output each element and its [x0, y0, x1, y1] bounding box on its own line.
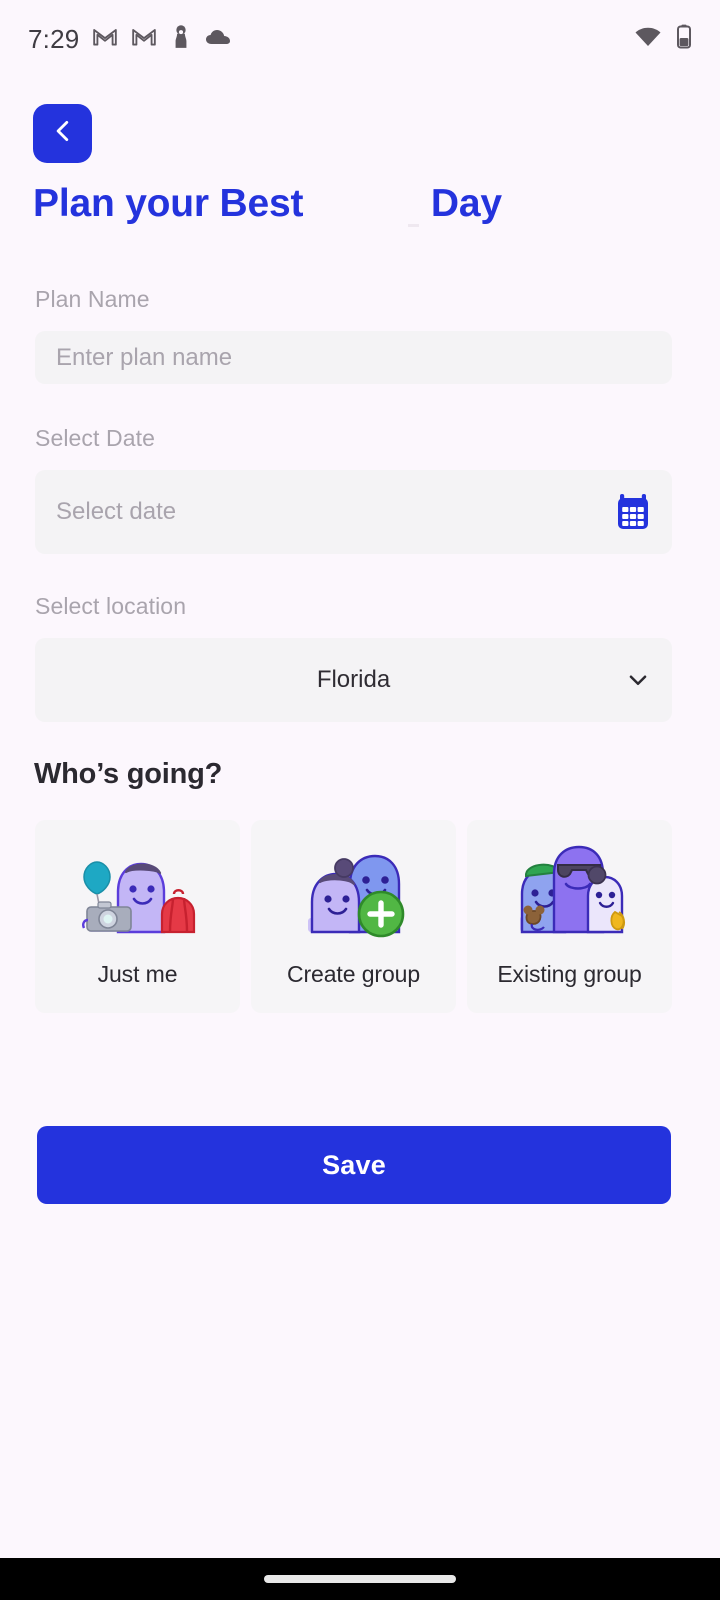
- select-date-placeholder: Select date: [56, 498, 177, 525]
- status-time: 7:29: [28, 23, 80, 54]
- plan-name-placeholder: Enter plan name: [56, 343, 233, 371]
- save-button-label: Save: [322, 1149, 386, 1180]
- chess-pawn-icon: [170, 24, 192, 55]
- page-title: Plan your Best Day: [33, 182, 502, 225]
- status-bar: 7:29: [0, 0, 720, 78]
- chevron-left-icon: [50, 118, 76, 149]
- select-location-label: Select location: [35, 593, 187, 619]
- option-create-group[interactable]: Create group: [251, 820, 456, 1013]
- home-gesture-pill[interactable]: [264, 1575, 456, 1583]
- gmail-icon: [131, 24, 157, 55]
- calendar-icon[interactable]: [615, 493, 651, 531]
- select-location-value: Florida: [316, 666, 391, 693]
- back-button[interactable]: [33, 104, 92, 163]
- status-bar-left: 7:29: [28, 24, 233, 55]
- wifi-icon: [634, 26, 662, 53]
- gmail-icon: [92, 24, 118, 55]
- two-people-with-plus-badge-icon: [286, 832, 421, 950]
- title-artifact-mark: [408, 224, 419, 227]
- select-location-dropdown[interactable]: Florida: [35, 638, 672, 722]
- option-just-me[interactable]: Just me: [35, 820, 240, 1013]
- status-bar-right: [634, 24, 692, 55]
- option-existing-group[interactable]: Existing group: [467, 820, 672, 1013]
- select-date-label: Select Date: [35, 425, 155, 451]
- three-people-group-icon: [502, 832, 637, 950]
- plan-name-label: Plan Name: [35, 286, 150, 312]
- whos-going-title: Who’s going?: [34, 758, 223, 790]
- system-navigation-bar: [0, 1558, 720, 1600]
- option-label: Just me: [97, 961, 178, 987]
- save-button[interactable]: Save: [37, 1126, 671, 1204]
- chevron-down-icon[interactable]: [625, 667, 651, 693]
- battery-icon: [676, 24, 692, 55]
- option-label: Existing group: [497, 961, 642, 987]
- option-label: Create group: [286, 961, 421, 987]
- attendee-options: Just me Create group Existing group: [35, 820, 672, 1013]
- cloud-icon: [205, 26, 233, 53]
- person-with-balloon-camera-backpack-icon: [70, 832, 205, 950]
- select-date-input[interactable]: Select date: [35, 470, 672, 554]
- plan-name-input[interactable]: Enter plan name: [35, 331, 672, 384]
